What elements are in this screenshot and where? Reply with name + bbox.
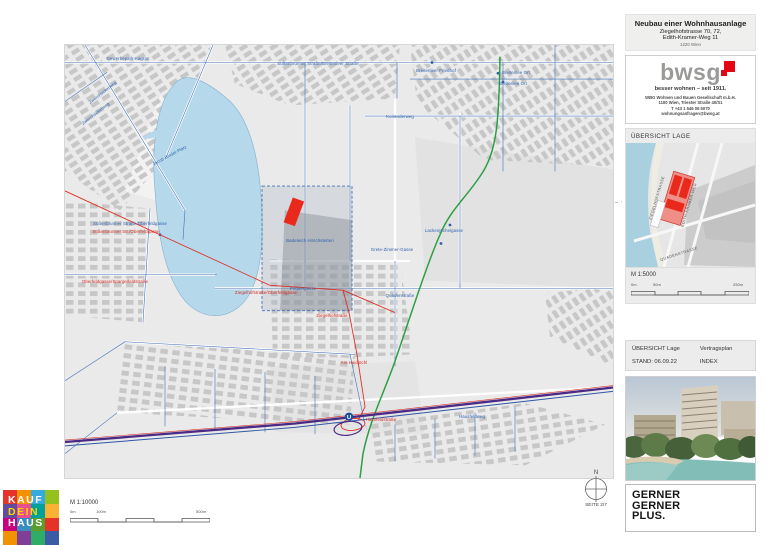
overview-map: ZiegelhofstraßeEdith-Kramer-WegQuadenstr… <box>625 143 756 268</box>
bwsg-logo-block: bwsg besser wohnen – seit 1911. WBG Wohn… <box>625 55 756 124</box>
overview-map-graphic <box>626 143 755 267</box>
main-map: U Gewerbepark-KagranSüßenbrunner Straße/… <box>65 45 613 478</box>
plan-info-block: ÜBERSICHT Lage Vertragsplan STAND: 06.09… <box>625 340 756 371</box>
overview-header: ÜBERSICHT LAGE <box>625 128 756 143</box>
rendering-graphic <box>626 377 755 480</box>
plan-sheet: U Gewerbepark-KagranSüßenbrunner Straße/… <box>0 0 770 545</box>
project-title: Neubau einer Wohnhausanlage <box>628 19 753 28</box>
plan-info-stand: STAND: 06.09.22 <box>632 359 700 365</box>
architect-logo-line: GERNER <box>632 490 749 501</box>
overview-scale-ticks: 0m 50m 250m <box>631 282 750 289</box>
city-map-graphic: U <box>65 45 613 478</box>
detail-area-shadow <box>280 210 352 310</box>
main-map-scale-ticks: 0m 100m 500m <box>70 509 210 516</box>
architect-logo-line: PLUS. <box>632 511 749 522</box>
title-panel: Neubau einer Wohnhausanlage Ziegelhofstr… <box>625 14 756 532</box>
bwsg-logo-square-small <box>721 70 727 76</box>
bwsg-tagline: besser wohnen – seit 1911. <box>626 86 755 92</box>
svg-text:U: U <box>347 415 351 421</box>
bwsg-address-block: WBG Wohnen und Bauen Gesellschaft m.b.H.… <box>626 95 755 117</box>
overview-scale-block: M 1:5000 0m 50m 250m <box>625 268 756 304</box>
plan-info-index: INDEX <box>700 359 749 365</box>
overview-scale-bar <box>631 289 749 297</box>
overview-scale-text: M 1:5000 <box>631 272 750 278</box>
plan-info-type: Vertragsplan <box>700 346 749 352</box>
project-rendering <box>625 376 756 481</box>
page-number: SEITE 2/7 <box>576 503 616 508</box>
main-map-scale-text: M 1:10000 <box>70 500 210 506</box>
project-title-block: Neubau einer Wohnhausanlage Ziegelhofstr… <box>625 14 756 51</box>
north-compass: N SEITE 2/7 <box>576 470 616 508</box>
plan-info-title: ÜBERSICHT Lage <box>632 346 700 352</box>
district-blocks <box>65 201 150 323</box>
kdh-line-haus: HAUS <box>8 518 59 530</box>
project-city: 1220 Wien <box>628 42 753 47</box>
kdh-line-kauf: KAUF <box>8 495 59 507</box>
architect-logo: GERNER GERNER PLUS. <box>625 484 756 532</box>
project-address-2: Edith-Kramer-Weg 11 <box>628 35 753 41</box>
kaufdeinhaus-logo: KAUF DEIN HAUS <box>3 490 59 545</box>
bwsg-logo-text: bwsg <box>660 59 721 85</box>
main-map-scale-bar <box>70 516 210 524</box>
compass-icon <box>576 476 616 502</box>
kdh-wordmark: KAUF DEIN HAUS <box>3 490 59 545</box>
main-map-scale-block: M 1:10000 0m 100m 500m <box>70 500 210 524</box>
bwsg-email: wohnungsanfragen@bwsg.at <box>626 111 755 116</box>
